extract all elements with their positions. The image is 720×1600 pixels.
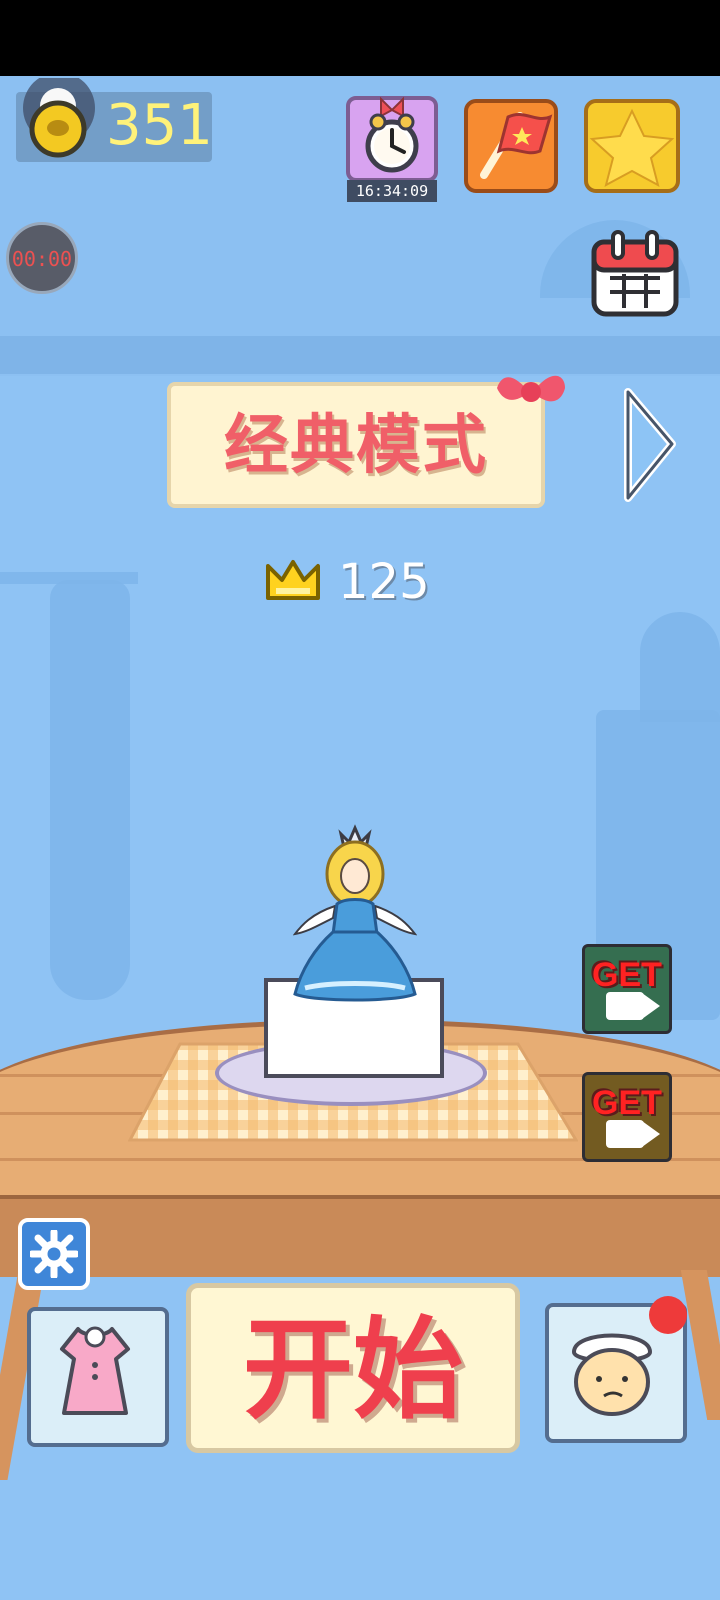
crown-icon — [266, 560, 320, 600]
wall-shelf — [0, 336, 720, 374]
flag-icon[interactable] — [464, 99, 558, 193]
background-bottle — [640, 612, 720, 722]
start-label: 开始 — [243, 1309, 463, 1432]
sp-star-icon[interactable] — [584, 99, 680, 193]
clock-countdown: 16:34:09 — [347, 180, 437, 202]
chef-icon — [571, 1333, 653, 1416]
video-camera-body — [606, 1120, 644, 1148]
mode-title: 经典模式 — [224, 409, 488, 481]
dress-icon — [60, 1326, 130, 1415]
notification-badge — [649, 1296, 687, 1334]
background-curtain — [50, 580, 130, 1000]
best-score: 125 — [338, 554, 430, 610]
coin-count: 351 — [106, 93, 213, 158]
table-edge — [0, 1195, 720, 1277]
princess-icon — [293, 824, 417, 1002]
video-camera-body — [606, 992, 644, 1020]
status-bar-black — [0, 0, 720, 76]
calendar-icon[interactable] — [590, 228, 680, 318]
alarm-clock-icon[interactable] — [345, 88, 439, 182]
coin-icon — [23, 78, 95, 158]
video-camera-lens — [642, 1121, 660, 1147]
reward-label-1: GET — [592, 956, 662, 994]
bow-icon — [497, 375, 565, 402]
game-screen: 351 00:00 16:34:09 经典模式 125 GET GET 开始 — [0, 0, 720, 1600]
elapsed-timer: 00:00 — [11, 247, 73, 271]
video-camera-lens — [642, 993, 660, 1019]
reward-label-2: GET — [592, 1084, 662, 1122]
gear-icon — [30, 1230, 78, 1278]
chevron-right-icon[interactable] — [620, 386, 680, 506]
